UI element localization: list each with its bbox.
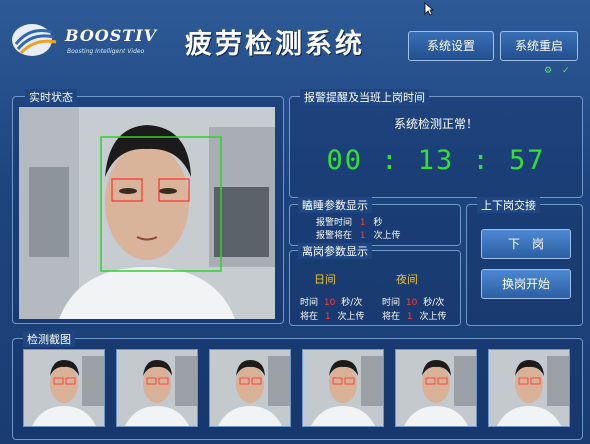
day-time-value: 10 [323, 298, 336, 308]
day-time-row: 时间 10 秒/次 [300, 295, 362, 308]
sleep-params-title: 瞌睡参数显示 [298, 197, 372, 213]
camera-frame [19, 107, 275, 319]
day-upload-row: 将在 1 次上传 [300, 309, 365, 322]
system-status-text: 系统检测正常！ [393, 117, 478, 131]
system-restart-button[interactable]: 系统重启 [500, 31, 578, 61]
mouse-cursor-icon [424, 2, 434, 16]
live-video-feed [19, 107, 275, 319]
night-upload-value: 1 [406, 312, 413, 322]
night-label: 夜间 [396, 273, 418, 286]
detection-captures-title: 检测截图 [23, 331, 75, 347]
live-status-panel: 实时状态 [12, 89, 284, 324]
sleep-alarm-upload-value: 1 [359, 231, 366, 241]
fatigue-detection-app: BOOSTIV Boosting Intelligent Video 疲劳检测系… [0, 0, 590, 444]
capture-thumbnail[interactable] [23, 349, 105, 427]
leave-params-title: 离岗参数显示 [298, 243, 372, 259]
leave-params-panel: 离岗参数显示 日间 夜间 时间 10 秒/次 时间 10 秒/次 将在 1 次上… [289, 243, 461, 326]
day-time-unit: 秒/次 [341, 298, 363, 308]
sleep-alarm-upload-label: 报警将在 [316, 231, 353, 241]
night-time-row: 时间 10 秒/次 [382, 295, 444, 308]
boostiv-logo: BOOSTIV Boosting Intelligent Video [10, 18, 180, 62]
top-bar: BOOSTIV Boosting Intelligent Video 疲劳检测系… [0, 0, 590, 80]
alarm-panel-title: 报警提醒及当班上岗时间 [300, 89, 429, 105]
page-title: 疲劳检测系统 [185, 29, 365, 60]
sleep-alarm-time-unit: 秒 [373, 218, 383, 228]
capture-thumbnail[interactable] [488, 349, 570, 427]
shift-handover-title: 上下岗交接 [477, 197, 540, 213]
day-upload-label: 将在 [300, 312, 319, 322]
status-indicator-icon: ⚙ [544, 66, 553, 76]
logo-mark-icon [12, 24, 57, 56]
shift-handover-panel: 上下岗交接 下 岗 换岗开始 [466, 197, 583, 326]
live-status-title: 实时状态 [25, 89, 77, 105]
brand-tagline: Boosting Intelligent Video [67, 48, 145, 55]
go-off-duty-button[interactable]: 下 岗 [481, 229, 571, 259]
sleep-alarm-time-value: 1 [359, 218, 366, 228]
start-shift-change-button[interactable]: 换岗开始 [481, 269, 571, 299]
capture-thumbnail[interactable] [116, 349, 198, 427]
night-upload-row: 将在 1 次上传 [382, 309, 447, 322]
night-time-unit: 秒/次 [423, 298, 445, 308]
detection-captures-panel: 检测截图 [12, 331, 583, 440]
day-upload-value: 1 [324, 312, 331, 322]
shift-timer: 00 : 13 : 57 [326, 145, 546, 176]
night-time-value: 10 [405, 298, 418, 308]
day-time-label: 时间 [300, 298, 319, 308]
sleep-params-panel: 瞌睡参数显示 报警时间 1 秒 报警将在 1 次上传 [289, 197, 461, 246]
capture-thumbnail[interactable] [209, 349, 291, 427]
night-upload-unit: 次上传 [419, 312, 447, 322]
sleep-alarm-upload-row: 报警将在 1 次上传 [316, 228, 401, 241]
capture-thumbnail[interactable] [395, 349, 477, 427]
status-check-icon: ✓ [562, 66, 570, 76]
night-time-label: 时间 [382, 298, 401, 308]
day-label: 日间 [314, 273, 336, 286]
alarm-panel: 报警提醒及当班上岗时间 系统检测正常！ 00 : 13 : 57 [289, 89, 583, 198]
sleep-alarm-upload-unit: 次上传 [373, 231, 401, 241]
day-upload-unit: 次上传 [337, 312, 365, 322]
system-settings-button[interactable]: 系统设置 [408, 31, 494, 61]
sleep-alarm-time-label: 报警时间 [316, 218, 353, 228]
brand-name: BOOSTIV [65, 26, 158, 45]
sleep-alarm-time-row: 报警时间 1 秒 [316, 215, 383, 228]
night-upload-label: 将在 [382, 312, 401, 322]
capture-thumbnail[interactable] [302, 349, 384, 427]
